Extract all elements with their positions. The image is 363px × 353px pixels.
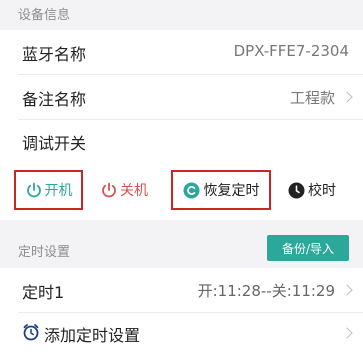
restore-icon bbox=[183, 182, 199, 198]
timer-settings-title: 定时设置 bbox=[18, 245, 71, 260]
device-info-title: 设备信息 bbox=[18, 8, 71, 23]
timer-row[interactable]: 定时1 开:11:28--关:11:29 bbox=[0, 268, 363, 313]
alarm-clock-icon bbox=[23, 324, 39, 341]
add-timer-label: 添加定时设置 bbox=[44, 326, 141, 345]
timer-value: 开:11:28--关:11:29 bbox=[197, 282, 335, 300]
timer-label: 定时1 bbox=[22, 283, 65, 302]
power-off-button[interactable]: 关机 bbox=[100, 170, 148, 210]
add-timer-row[interactable]: 添加定时设置 bbox=[0, 313, 363, 353]
time-sync-button[interactable]: 校时 bbox=[288, 170, 336, 210]
debug-switch-title: 调试开关 bbox=[22, 134, 87, 153]
power-on-button[interactable]: 开机 bbox=[14, 170, 83, 210]
chevron-right-icon bbox=[341, 91, 353, 103]
power-off-label: 关机 bbox=[120, 183, 148, 199]
power-icon bbox=[102, 182, 116, 198]
power-icon bbox=[26, 182, 41, 198]
bluetooth-name-value: DPX-FFE7-2304 bbox=[233, 42, 349, 60]
restore-timer-button[interactable]: 恢复定时 bbox=[171, 170, 271, 210]
power-on-label: 开机 bbox=[44, 183, 73, 199]
bluetooth-name-row: 蓝牙名称 DPX-FFE7-2304 bbox=[0, 30, 363, 75]
restore-timer-label: 恢复定时 bbox=[203, 183, 260, 199]
remark-name-value: 工程款 bbox=[289, 89, 335, 107]
clock-sync-icon bbox=[288, 182, 305, 198]
time-sync-label: 校时 bbox=[308, 183, 336, 199]
chevron-right-icon bbox=[341, 284, 353, 296]
debug-switch-row: 调试开关 开机 关机 恢复定时 校时 bbox=[0, 120, 363, 220]
remark-name-label: 备注名称 bbox=[22, 90, 87, 109]
device-info-header: 设备信息 bbox=[0, 0, 363, 30]
bluetooth-name-label: 蓝牙名称 bbox=[22, 45, 87, 64]
chevron-right-icon bbox=[341, 327, 353, 339]
remark-name-row[interactable]: 备注名称 工程款 bbox=[0, 75, 363, 120]
backup-import-button[interactable]: 备份/导入 bbox=[267, 235, 349, 261]
